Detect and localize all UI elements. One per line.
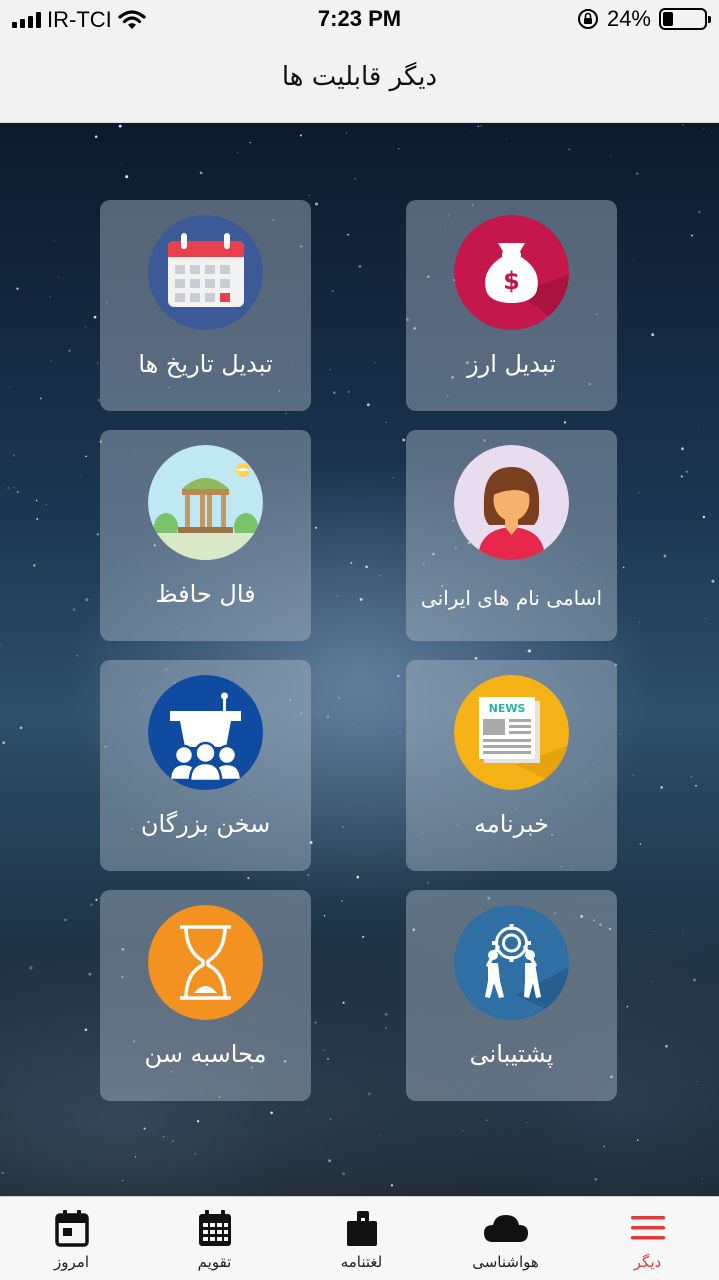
tile-label: محاسبه سن xyxy=(144,1040,267,1068)
newspaper-icon: NEWS xyxy=(454,675,569,790)
menu-icon xyxy=(576,1209,719,1247)
tile-date-convert[interactable]: تبدیل تاریخ ها xyxy=(100,200,311,411)
hourglass-icon xyxy=(148,905,263,1020)
tile-support[interactable]: پشتیبانی xyxy=(406,890,617,1101)
battery-icon xyxy=(659,8,711,30)
bottom-tab-bar: دیگر هواشناسی لغتنامه تقویم امروز xyxy=(0,1196,719,1280)
tab-label: دیگر xyxy=(633,1253,662,1271)
status-right: 24% xyxy=(577,6,711,32)
tab-calendar[interactable]: تقویم xyxy=(143,1197,286,1280)
battery-level xyxy=(663,12,673,26)
tab-today[interactable]: امروز xyxy=(0,1197,143,1280)
tile-label: اسامی نام های ایرانی xyxy=(420,586,603,610)
tab-dictionary[interactable]: لغتنامه xyxy=(290,1197,433,1280)
tile-hafez-omen[interactable]: فال حافظ xyxy=(100,430,311,641)
page-title: دیگر قابلیت ها xyxy=(281,62,438,92)
dictionary-icon xyxy=(290,1209,433,1247)
tab-label: تقویم xyxy=(197,1253,232,1271)
features-grid: $ تبدیل ارز تبدیل تاریخ ها اسامی نام های… xyxy=(0,123,719,1196)
calendar-grid-icon xyxy=(143,1209,286,1247)
tile-label: پشتیبانی xyxy=(469,1040,554,1068)
tab-more[interactable]: دیگر xyxy=(576,1197,719,1280)
speech-podium-icon xyxy=(148,675,263,790)
tile-label: فال حافظ xyxy=(155,580,256,608)
orientation-lock-icon xyxy=(577,9,598,29)
cloud-icon xyxy=(434,1209,577,1247)
money-bag-icon: $ xyxy=(454,215,569,330)
tile-quotes[interactable]: سخن بزرگان xyxy=(100,660,311,871)
tab-label: هواشناسی xyxy=(472,1253,539,1271)
tile-label: خبرنامه xyxy=(473,810,550,838)
tile-age-calc[interactable]: محاسبه سن xyxy=(100,890,311,1101)
tab-label: لغتنامه xyxy=(340,1253,383,1271)
hafez-tomb-icon xyxy=(148,445,263,560)
tile-iranian-names[interactable]: اسامی نام های ایرانی xyxy=(406,430,617,641)
woman-avatar-icon xyxy=(454,445,569,560)
calendar-icon xyxy=(148,215,263,330)
svg-text:$: $ xyxy=(503,267,520,295)
header: دیگر قابلیت ها xyxy=(0,40,719,123)
tile-currency-convert[interactable]: $ تبدیل ارز xyxy=(406,200,617,411)
support-team-icon xyxy=(454,905,569,1020)
today-calendar-icon xyxy=(0,1209,143,1247)
tab-weather[interactable]: هواشناسی xyxy=(434,1197,577,1280)
battery-percent: 24% xyxy=(606,6,651,31)
tile-label: تبدیل ارز xyxy=(467,350,556,378)
tab-label: امروز xyxy=(54,1253,89,1271)
tile-label: تبدیل تاریخ ها xyxy=(138,350,273,378)
tile-label: سخن بزرگان xyxy=(140,810,271,838)
svg-text:NEWS: NEWS xyxy=(489,702,526,715)
tile-newsletter[interactable]: NEWS خبرنامه xyxy=(406,660,617,871)
status-bar: IR-TCI 7:23 PM 24% xyxy=(0,0,719,40)
